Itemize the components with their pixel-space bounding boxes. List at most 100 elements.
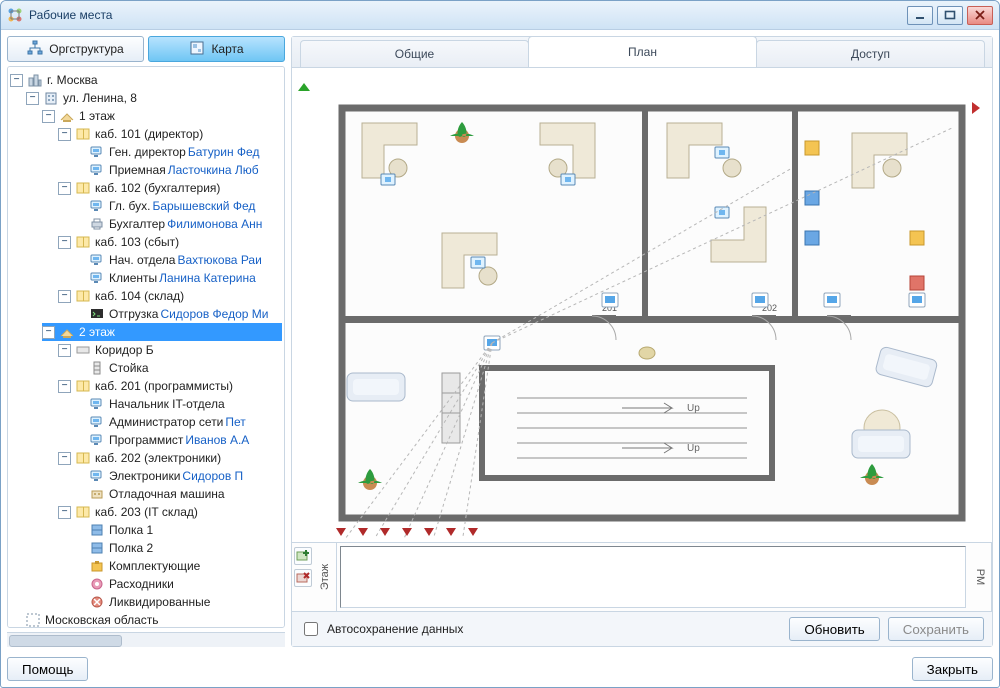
tree-toggle-icon[interactable]: − — [42, 110, 55, 123]
tree-row[interactable]: −каб. 201 (программисты) — [58, 377, 282, 395]
add-layer-icon[interactable] — [294, 547, 312, 565]
person-link[interactable]: Батурин Фед — [188, 145, 260, 159]
minimize-button[interactable] — [907, 6, 933, 25]
tree-row[interactable]: Полка 2 — [74, 539, 282, 557]
person-link[interactable]: Филимонова Анн — [167, 217, 262, 231]
pc-icon — [89, 396, 105, 412]
tree-row[interactable]: −каб. 101 (директор) — [58, 125, 282, 143]
tree-row[interactable]: −каб. 202 (электроники) — [58, 449, 282, 467]
tree-toggle-icon[interactable]: − — [10, 74, 23, 87]
tree-row[interactable]: − каб. 102 (бухгалтерия) — [58, 179, 282, 197]
tree-row[interactable]: − каб. 103 (сбыт) — [58, 233, 282, 251]
close-window-button[interactable]: Закрыть — [912, 657, 993, 681]
floor-icon — [59, 108, 75, 124]
printer-icon — [89, 216, 105, 232]
help-button[interactable]: Помощь — [7, 657, 88, 681]
tree-toggle-icon[interactable]: − — [42, 326, 55, 339]
person-link[interactable]: Вахтюкова Раи — [177, 253, 261, 267]
parts-icon — [89, 558, 105, 574]
toggle-orgstructure[interactable]: Оргструктура — [7, 36, 144, 62]
remove-layer-icon[interactable] — [294, 569, 312, 587]
tree-row[interactable]: Отладочная машина — [74, 485, 282, 503]
tree-row[interactable]: − каб. 104 (склад) — [58, 287, 282, 305]
maximize-button[interactable] — [937, 6, 963, 25]
tree-row[interactable]: Начальник IT-отдела — [74, 395, 282, 413]
tree-row[interactable]: Стойка — [74, 359, 282, 377]
tab-plan[interactable]: План — [528, 36, 757, 67]
tree-row[interactable]: Расходники — [74, 575, 282, 593]
tree-toggle-icon[interactable]: − — [58, 506, 71, 519]
refresh-button[interactable]: Обновить — [789, 617, 879, 641]
tree-toggle-none — [74, 273, 85, 284]
tree-view[interactable]: −г. Москва−ул. Ленина, 8−1 этаж−каб. 101… — [7, 66, 285, 628]
tree-row[interactable]: Бухгалтер Филимонова Анн — [74, 215, 282, 233]
tree-row[interactable]: Гл. бух. Барышевский Фед — [74, 197, 282, 215]
mini-canvas[interactable] — [340, 546, 966, 608]
autosave-input[interactable] — [304, 622, 318, 636]
tree-toggle-icon[interactable]: − — [26, 92, 39, 105]
tree-label: Начальник IT-отдела — [107, 397, 227, 411]
tree-toggle-icon[interactable]: − — [58, 128, 71, 141]
save-button[interactable]: Сохранить — [888, 617, 984, 641]
terminal-icon — [89, 306, 105, 322]
tree-toggle-icon[interactable]: − — [58, 290, 71, 303]
tree-row[interactable]: Приемная Ласточкина Люб — [74, 161, 282, 179]
tree-row[interactable]: Нач. отдела Вахтюкова Раи — [74, 251, 282, 269]
tree-horizontal-scrollbar[interactable] — [7, 632, 285, 647]
plan-footer: Автосохранение данных Обновить Сохранить — [292, 611, 992, 646]
tree-toggle-none — [74, 471, 85, 482]
tree-toggle-icon[interactable]: − — [58, 182, 71, 195]
tree-row[interactable]: −1 этаж — [42, 107, 282, 125]
tree-label: каб. 103 (сбыт) — [93, 235, 181, 249]
tree-toggle-icon[interactable]: − — [58, 344, 71, 357]
marker-icon — [336, 528, 346, 536]
tree-toggle-icon[interactable]: − — [58, 452, 71, 465]
tree-row[interactable]: Администратор сети Пет — [74, 413, 282, 431]
tree-row[interactable]: Клиенты Ланина Катерина — [74, 269, 282, 287]
tree-toggle-icon[interactable]: − — [58, 236, 71, 249]
tree-row[interactable]: −2 этаж — [42, 323, 282, 341]
person-link[interactable]: Пет — [225, 415, 245, 429]
tree-toggle-icon[interactable]: − — [58, 380, 71, 393]
person-link[interactable]: Иванов А.А — [185, 433, 249, 447]
tree-label: Московская область — [43, 613, 161, 627]
toggle-map[interactable]: Карта — [148, 36, 285, 62]
room-icon — [75, 234, 91, 250]
person-link[interactable]: Ланина Катерина — [159, 271, 256, 285]
tree-label: каб. 104 (склад) — [93, 289, 186, 303]
close-button[interactable] — [967, 6, 993, 25]
tree-row[interactable]: Ген. директор Батурин Фед — [74, 143, 282, 161]
person-link[interactable]: Ласточкина Люб — [168, 163, 259, 177]
person-link[interactable]: Сидоров П — [182, 469, 243, 483]
tree-row[interactable]: Электроники Сидоров П — [74, 467, 282, 485]
tree-label: каб. 102 (бухгалтерия) — [93, 181, 222, 195]
tree-row[interactable]: −каб. 203 (IT склад) — [58, 503, 282, 521]
tree-label: Коридор Б — [93, 343, 156, 357]
tab-common[interactable]: Общие — [300, 40, 529, 67]
tree-row[interactable]: −ул. Ленина, 8 — [26, 89, 282, 107]
person-link[interactable]: Сидоров Федор Ми — [160, 307, 268, 321]
tree-row[interactable]: Отгрузка Сидоров Федор Ми — [74, 305, 282, 323]
tree-row[interactable]: Комплектующие — [74, 557, 282, 575]
tree-label: Электроники — [107, 469, 182, 483]
tree-toggle-none — [74, 147, 85, 158]
room-icon — [75, 378, 91, 394]
corridor-icon — [75, 342, 91, 358]
floor-plan-canvas[interactable]: Up Up — [292, 68, 992, 542]
tree-row[interactable]: Полка 1 — [74, 521, 282, 539]
shelf-icon — [89, 522, 105, 538]
debug-icon — [89, 486, 105, 502]
tree-row[interactable]: − Коридор Б — [58, 341, 282, 359]
tree-row[interactable]: Московская область — [10, 611, 282, 628]
app-icon — [7, 7, 23, 23]
building-icon — [43, 90, 59, 106]
tree-label: Гл. бух. — [107, 199, 152, 213]
person-link[interactable]: Барышевский Фед — [152, 199, 255, 213]
tree-row[interactable]: Ликвидированные — [74, 593, 282, 611]
tree-label: Расходники — [107, 577, 176, 591]
tree-row[interactable]: −г. Москва — [10, 71, 282, 89]
autosave-checkbox[interactable]: Автосохранение данных — [300, 619, 463, 639]
tab-access[interactable]: Доступ — [756, 40, 985, 67]
tree-toggle-none — [74, 543, 85, 554]
tree-row[interactable]: Программист Иванов А.А — [74, 431, 282, 449]
